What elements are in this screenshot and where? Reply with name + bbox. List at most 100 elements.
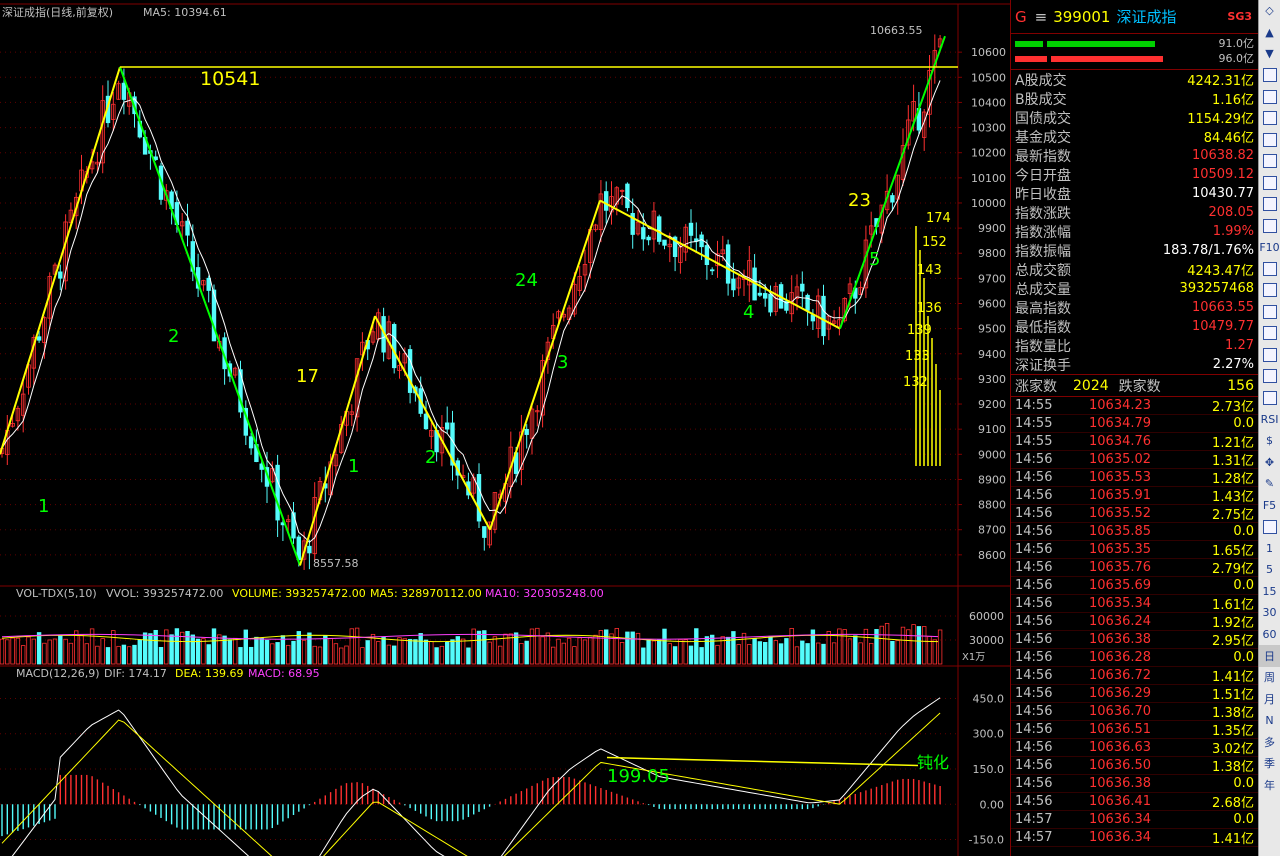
badge-icon[interactable]: G [1015, 8, 1027, 26]
volume-bar [47, 639, 52, 665]
toolbar-button[interactable]: 季 [1259, 753, 1280, 775]
volume-bar [768, 636, 773, 665]
tick-time: 14:56 [1015, 722, 1053, 737]
tick-row[interactable]: 14:55 10634.23 2.73亿 [1011, 397, 1258, 415]
tick-row[interactable]: 14:57 10636.34 1.41亿 [1011, 829, 1258, 847]
toolbar-button[interactable] [1259, 65, 1280, 87]
toolbar-button[interactable]: ▲ [1259, 22, 1280, 44]
toolbar-button[interactable] [1259, 151, 1280, 173]
toolbar-button[interactable]: ◇ [1259, 0, 1280, 22]
tick-row[interactable]: 14:56 10636.28 0.0 [1011, 649, 1258, 667]
tick-time: 14:56 [1015, 488, 1053, 503]
tick-row[interactable]: 14:56 10636.51 1.35亿 [1011, 721, 1258, 739]
toolbar-button[interactable] [1259, 280, 1280, 302]
tick-row[interactable]: 14:56 10636.29 1.51亿 [1011, 685, 1258, 703]
volume-bar [879, 625, 884, 665]
volume-bar [704, 636, 710, 665]
vol-ma10-value: MA10: 320305248.00 [485, 587, 604, 600]
toolbar-button[interactable]: ▼ [1259, 43, 1280, 65]
stat-row: 国债成交 1154.29亿 [1011, 108, 1258, 128]
volume-bar [338, 647, 344, 665]
toolbar-button[interactable] [1259, 215, 1280, 237]
menu-icon[interactable]: ≡ [1035, 8, 1048, 26]
price-tick-label: 9000 [978, 448, 1006, 461]
tick-row[interactable]: 14:56 10636.24 1.92亿 [1011, 613, 1258, 631]
toolbar-button[interactable]: $ [1259, 430, 1280, 452]
volume-bar [434, 647, 439, 665]
toolbar-button[interactable]: RSI [1259, 409, 1280, 431]
price-tick-label: 10300 [971, 122, 1006, 135]
toolbar-button[interactable] [1259, 108, 1280, 130]
tick-row[interactable]: 14:56 10636.50 1.38亿 [1011, 757, 1258, 775]
toolbar-button[interactable] [1259, 323, 1280, 345]
tick-row[interactable]: 14:56 10635.35 1.65亿 [1011, 541, 1258, 559]
tick-row[interactable]: 14:56 10636.63 3.02亿 [1011, 739, 1258, 757]
tick-row[interactable]: 14:56 10635.91 1.43亿 [1011, 487, 1258, 505]
tick-row[interactable]: 14:56 10635.02 1.31亿 [1011, 451, 1258, 469]
toolbar-button[interactable] [1259, 301, 1280, 323]
tick-row[interactable]: 14:55 10634.76 1.21亿 [1011, 433, 1258, 451]
tick-row[interactable]: 14:56 10636.70 1.38亿 [1011, 703, 1258, 721]
price-tick-label: 9600 [978, 298, 1006, 311]
tick-row[interactable]: 14:56 10635.76 2.79亿 [1011, 559, 1258, 577]
volume-bar [524, 640, 529, 665]
up-count-label: 涨家数 [1015, 378, 1057, 395]
toolbar-button[interactable] [1259, 366, 1280, 388]
tick-list[interactable]: 14:55 10634.23 2.73亿 14:55 10634.79 0.0 14:55 1… [1011, 397, 1258, 847]
candle-body [763, 293, 768, 299]
tick-row[interactable]: 14:56 10636.72 1.41亿 [1011, 667, 1258, 685]
toolbar-button[interactable] [1259, 194, 1280, 216]
toolbar-button[interactable]: ✎ [1259, 473, 1280, 495]
volume-bar [344, 645, 349, 665]
kline-chart[interactable]: 10600 10500 10400 10300 10200 10100 10000 9900 9… [0, 0, 1010, 856]
volume-bar [604, 629, 609, 665]
toolbar-button[interactable]: 周 [1259, 667, 1280, 689]
toolbar-button[interactable]: F5 [1259, 495, 1280, 517]
stat-value: 208.05 [1208, 205, 1255, 220]
volume-bar [911, 624, 916, 665]
toolbar-button[interactable]: 15 [1259, 581, 1280, 603]
toolbar-button[interactable]: N [1259, 710, 1280, 732]
toolbar-button[interactable] [1259, 344, 1280, 366]
toolbar-button[interactable]: 60 [1259, 624, 1280, 646]
toolbar-button[interactable]: 30 [1259, 602, 1280, 624]
tick-row[interactable]: 14:56 10635.85 0.0 [1011, 523, 1258, 541]
toolbar-button[interactable]: 月 [1259, 688, 1280, 710]
volume-bar [232, 637, 238, 665]
toolbar-button[interactable] [1259, 86, 1280, 108]
tick-time: 14:55 [1015, 416, 1053, 431]
volume-bar [773, 640, 778, 665]
macd-indicator-label: MACD(12,26,9) [16, 667, 100, 680]
toolbar-button[interactable] [1259, 172, 1280, 194]
toolbar-button[interactable]: F10 [1259, 237, 1280, 259]
toolbar-button[interactable]: 年 [1259, 774, 1280, 796]
toolbar-button[interactable]: 5 [1259, 559, 1280, 581]
tick-row[interactable]: 14:56 10635.69 0.0 [1011, 577, 1258, 595]
tick-row[interactable]: 14:56 10636.38 2.95亿 [1011, 631, 1258, 649]
toolbar-button[interactable] [1259, 129, 1280, 151]
index-name: 深证成指 [1116, 8, 1177, 26]
tick-volume: 0.0 [1233, 524, 1254, 539]
wave-line [0, 66, 121, 455]
volume-bar [672, 646, 678, 665]
toolbar-button[interactable] [1259, 516, 1280, 538]
toolbar-button[interactable]: ✥ [1259, 452, 1280, 474]
tick-row[interactable]: 14:56 10635.53 1.28亿 [1011, 469, 1258, 487]
tick-row[interactable]: 14:57 10636.34 0.0 [1011, 811, 1258, 829]
tick-row[interactable]: 14:56 10635.52 2.75亿 [1011, 505, 1258, 523]
tick-row[interactable]: 14:55 10634.79 0.0 [1011, 415, 1258, 433]
stack-label: 152 [922, 235, 947, 250]
tick-volume: 1.38亿 [1212, 760, 1254, 775]
tick-row[interactable]: 14:56 10635.34 1.61亿 [1011, 595, 1258, 613]
toolbar-button[interactable]: 多 [1259, 731, 1280, 753]
tick-row[interactable]: 14:56 10636.41 2.68亿 [1011, 793, 1258, 811]
tick-row[interactable]: 14:56 10636.38 0.0 [1011, 775, 1258, 793]
toolbar-button[interactable]: 1 [1259, 538, 1280, 560]
sg3-tag[interactable]: SG3 [1227, 10, 1252, 23]
wave-line [119, 66, 301, 566]
toolbar-button[interactable] [1259, 258, 1280, 280]
toolbar-button[interactable] [1259, 387, 1280, 409]
toolbar-button[interactable]: 日 [1259, 645, 1280, 667]
stat-value: 10509.12 [1191, 167, 1254, 182]
volume-bar [58, 634, 63, 665]
